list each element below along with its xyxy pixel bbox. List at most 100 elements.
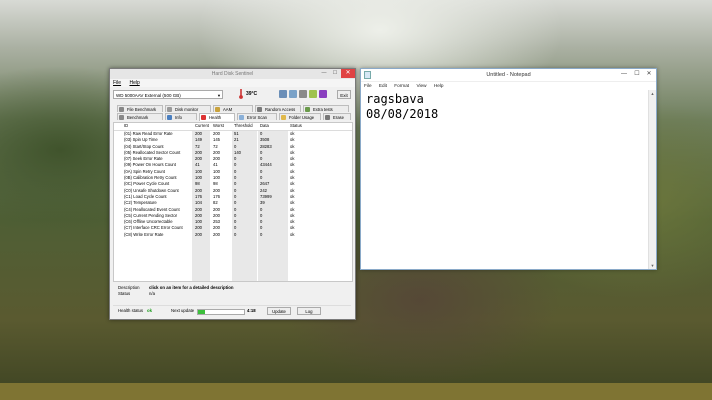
tab-label: Erase [333, 115, 344, 120]
toolbar: WD 5000AAV External (500 GB) ▼ 39°C Exit [113, 89, 351, 102]
menu-format[interactable]: Format [394, 83, 409, 88]
tab-label: Random Access [265, 107, 296, 112]
tab-strip: File Benchmark Disk monitor AAM Random A… [113, 105, 351, 121]
tab-aam[interactable]: AAM [213, 105, 253, 112]
title-bar[interactable]: Hard Disk Sentinel — ☐ ✕ [110, 69, 355, 79]
update-button[interactable]: Update [267, 307, 291, 315]
benchmark-icon [119, 107, 124, 112]
column-header-current[interactable]: Current [195, 123, 209, 129]
drive-select[interactable]: WD 5000AAV External (500 GB) ▼ [113, 90, 223, 99]
description-panel: Description click on an item for a detai… [113, 285, 351, 299]
text-line: 08/08/2018 [366, 107, 439, 121]
attribute-id: (C8) Write Error Rate [124, 231, 164, 237]
smart-attributes-table: ID Current Worst Threshold Data Status (… [113, 122, 353, 282]
exit-button[interactable]: Exit [337, 90, 351, 99]
tab-error-scan[interactable]: Error Scan [237, 113, 277, 120]
window-title: Untitled - Notepad [486, 72, 531, 78]
menu-bar: File Help [110, 79, 355, 87]
raw-data-value: 0 [260, 231, 263, 237]
scroll-up-icon[interactable]: ▲ [649, 90, 656, 97]
description-label: Description [118, 285, 140, 290]
tab-label: File Benchmark [127, 107, 157, 112]
threshold-value: 0 [234, 231, 237, 237]
status-value: n/a [149, 291, 155, 296]
scroll-down-icon[interactable]: ▼ [649, 262, 656, 269]
tab-random-access[interactable]: Random Access [255, 105, 301, 112]
erase-icon [325, 115, 330, 120]
monitor-icon [167, 107, 172, 112]
tab-label: Disk monitor [175, 107, 199, 112]
vertical-scrollbar[interactable]: ▲ ▼ [648, 90, 656, 269]
tab-label: Health [209, 115, 222, 120]
close-icon[interactable]: ✕ [341, 69, 355, 78]
disk-icon[interactable] [279, 90, 287, 98]
title-bar[interactable]: Untitled - Notepad — ☐ ✕ [361, 69, 656, 82]
status-label: Status [118, 291, 131, 296]
table-header: ID Current Worst Threshold Data Status [114, 123, 352, 131]
minimize-icon[interactable]: — [319, 69, 329, 78]
info-icon [167, 115, 172, 120]
table-row[interactable]: (C8) Write Error Rate 200 200 0 0 ok [114, 232, 352, 238]
column-header-status[interactable]: Status [290, 123, 302, 129]
column-header-threshold[interactable]: Threshold [234, 123, 253, 129]
minimize-icon[interactable]: — [618, 69, 630, 79]
tab-info[interactable]: Info [165, 113, 197, 120]
tab-file-benchmark[interactable]: File Benchmark [117, 105, 163, 112]
current-value: 200 [195, 231, 202, 237]
health-status-label: Health status [118, 308, 144, 313]
text-editor-area[interactable]: ragsbava 08/08/2018 [366, 92, 646, 122]
tab-health[interactable]: Health [199, 113, 235, 121]
benchmark-icon [119, 115, 124, 120]
close-icon[interactable]: ✕ [643, 69, 655, 79]
text-line: ragsbava [366, 92, 424, 106]
temperature-readout: 39°C [246, 91, 258, 97]
maximize-icon[interactable]: ☐ [330, 69, 340, 78]
menu-help[interactable]: Help [434, 83, 444, 88]
camera-icon[interactable] [299, 90, 307, 98]
report-icon[interactable] [319, 90, 327, 98]
tab-label: Info [175, 115, 182, 120]
tab-label: Folder Usage [289, 115, 315, 120]
log-button[interactable]: Log [297, 307, 321, 315]
health-cross-icon [201, 115, 206, 120]
hd-sentinel-window: Hard Disk Sentinel — ☐ ✕ File Help WD 50… [109, 68, 356, 320]
column-header-worst[interactable]: Worst [213, 123, 224, 129]
maximize-icon[interactable]: ☐ [631, 69, 643, 79]
tab-disk-monitor[interactable]: Disk monitor [165, 105, 211, 112]
menu-file[interactable]: File [364, 83, 372, 88]
tab-row-bottom: Benchmark Info Health Error Scan Folder … [113, 113, 351, 121]
next-update-progress [197, 309, 245, 315]
tab-label: Benchmark [127, 115, 149, 120]
menu-edit[interactable]: Edit [379, 83, 387, 88]
status-value: ok [290, 231, 295, 237]
chevron-down-icon: ▼ [217, 93, 221, 98]
table-body: (01) Raw Read Error Rate 200 200 51 0 ok (03) … [114, 131, 352, 238]
menu-view[interactable]: View [416, 83, 426, 88]
notepad-window: Untitled - Notepad — ☐ ✕ File Edit Forma… [360, 68, 657, 270]
refresh-icon[interactable] [309, 90, 317, 98]
tab-folder-usage[interactable]: Folder Usage [279, 113, 321, 120]
progress-fill [198, 310, 205, 314]
copy-icon[interactable] [289, 90, 297, 98]
thermometer-icon [239, 89, 243, 99]
tab-label: AAM [223, 107, 233, 112]
worst-value: 200 [213, 231, 220, 237]
tab-extra-tests[interactable]: Extra tests [303, 105, 349, 112]
column-header-id[interactable]: ID [124, 123, 128, 129]
status-bar: Health status ok Next update 4:18 Update… [113, 305, 351, 316]
folder-icon [281, 115, 286, 120]
tab-label: Error Scan [247, 115, 268, 120]
next-update-label: Next update [171, 308, 195, 313]
next-update-time: 4:18 [247, 308, 256, 313]
column-header-data[interactable]: Data [260, 123, 269, 129]
tab-erase[interactable]: Erase [323, 113, 351, 120]
magnifier-icon [239, 115, 244, 120]
menu-file[interactable]: File [113, 80, 121, 86]
extra-tests-icon [305, 107, 310, 112]
tab-row-top: File Benchmark Disk monitor AAM Random A… [113, 105, 351, 113]
description-value: click on an item for a detailed descript… [149, 285, 234, 290]
health-status-value: ok [147, 308, 153, 313]
tab-benchmark[interactable]: Benchmark [117, 113, 163, 120]
taskbar[interactable] [0, 383, 712, 400]
menu-help[interactable]: Help [129, 80, 139, 86]
